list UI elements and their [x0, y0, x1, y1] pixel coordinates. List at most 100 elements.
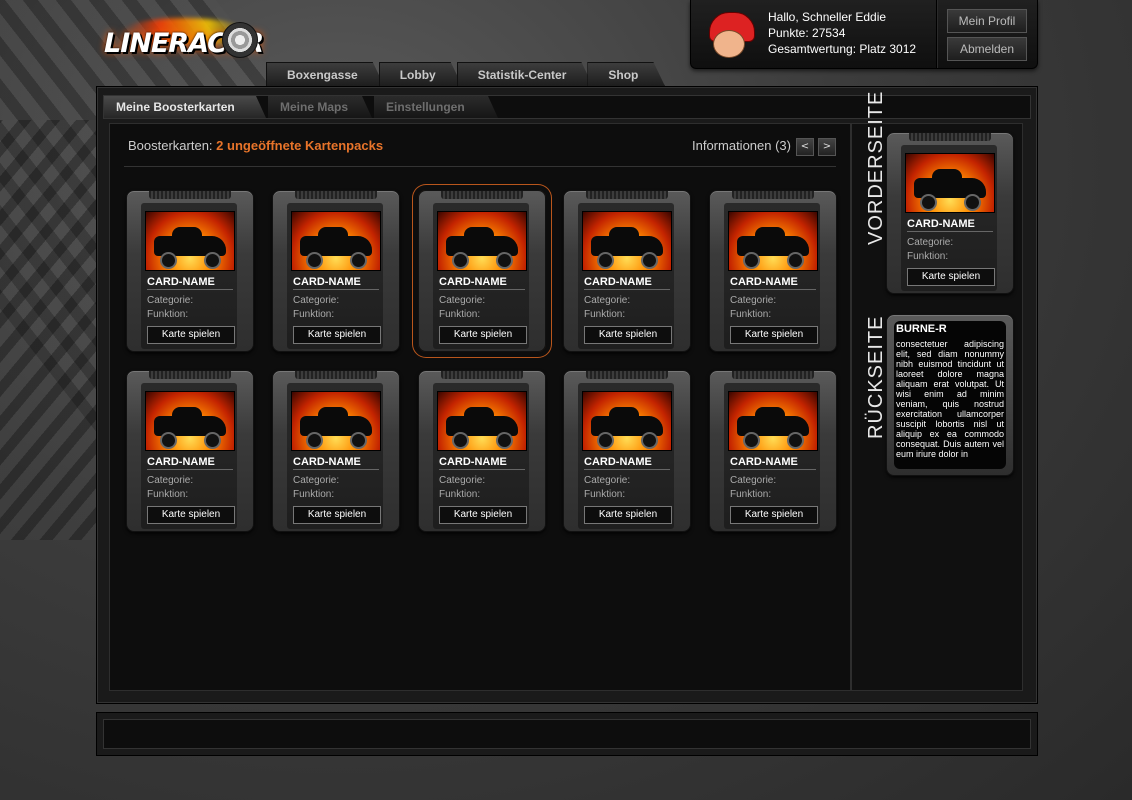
card-notch	[149, 191, 231, 199]
booster-card[interactable]: CARD-NAME Categorie: Funktion: Karte spi…	[709, 370, 837, 532]
wheel-icon	[350, 252, 367, 269]
avatar	[703, 8, 757, 58]
card-name: CARD-NAME	[293, 456, 379, 470]
card-notch	[586, 371, 668, 379]
wheel-icon	[641, 432, 658, 449]
sub-navigation: Meine Boosterkarten Meine Maps Einstellu…	[103, 95, 1031, 119]
logout-button[interactable]: Abmelden	[947, 37, 1027, 61]
booster-card[interactable]: CARD-NAME Categorie: Funktion: Karte spi…	[272, 370, 400, 532]
wheel-icon	[160, 252, 177, 269]
footer-inner	[103, 719, 1031, 749]
user-greeting: Hallo, Schneller Eddie	[768, 10, 887, 24]
card-categorie: Categorie:	[730, 475, 777, 486]
profile-button[interactable]: Mein Profil	[947, 9, 1027, 33]
wheel-icon	[160, 432, 177, 449]
card-image-flaming-car	[728, 211, 818, 271]
subtab-meine-maps[interactable]: Meine Maps	[268, 96, 372, 118]
unopened-packs-link[interactable]: 2 ungeöffnete Kartenpacks	[216, 138, 383, 153]
card-categorie: Categorie:	[293, 295, 340, 306]
wheel-icon	[597, 432, 614, 449]
card-name: CARD-NAME	[147, 276, 233, 290]
card-notch	[295, 371, 377, 379]
card-categorie: Categorie:	[584, 475, 631, 486]
card-funktion: Funktion:	[147, 309, 189, 320]
card-notch	[732, 191, 814, 199]
wheel-icon	[597, 252, 614, 269]
card-categorie: Categorie:	[147, 475, 194, 486]
nav-tab-boxengasse[interactable]: Boxengasse	[266, 62, 385, 87]
booster-card[interactable]: CARD-NAME Categorie: Funktion: Karte spi…	[563, 370, 691, 532]
booster-card[interactable]: CARD-NAME Categorie: Funktion: Karte spi…	[709, 190, 837, 352]
card-categorie: Categorie:	[584, 295, 631, 306]
card-categorie: Categorie:	[147, 295, 194, 306]
wheel-icon	[452, 252, 469, 269]
wheel-icon	[204, 432, 221, 449]
card-notch	[295, 191, 377, 199]
booster-content-area: Boosterkarten: 2 ungeöffnete Kartenpacks…	[109, 123, 851, 691]
wheel-icon	[496, 252, 513, 269]
card-back-title: BURNE-R	[896, 323, 947, 335]
subtab-meine-boosterkarten[interactable]: Meine Boosterkarten	[104, 96, 266, 118]
nav-tab-statistik-center[interactable]: Statistik-Center	[457, 62, 594, 87]
wheel-icon	[920, 194, 937, 211]
preview-card-front[interactable]: CARD-NAME Categorie: Funktion: Karte spi…	[886, 132, 1014, 294]
user-points: Punkte: 27534	[768, 26, 846, 40]
card-image-flaming-car	[582, 391, 672, 451]
card-name: CARD-NAME	[147, 456, 233, 470]
play-card-button[interactable]: Karte spielen	[907, 268, 995, 286]
footer-bar	[96, 712, 1038, 756]
wheel-icon	[641, 252, 658, 269]
play-card-button[interactable]: Karte spielen	[439, 326, 527, 344]
booster-card[interactable]: CARD-NAME Categorie: Funktion: Karte spi…	[272, 190, 400, 352]
card-name: CARD-NAME	[293, 276, 379, 290]
play-card-button[interactable]: Karte spielen	[293, 326, 381, 344]
booster-label: Boosterkarten:	[128, 138, 213, 153]
play-card-button[interactable]: Karte spielen	[147, 506, 235, 524]
subtab-einstellungen[interactable]: Einstellungen	[374, 96, 498, 118]
nav-tab-lobby[interactable]: Lobby	[379, 62, 463, 87]
play-card-button[interactable]: Karte spielen	[147, 326, 235, 344]
booster-card[interactable]: CARD-NAME Categorie: Funktion: Karte spi…	[418, 370, 546, 532]
card-categorie: Categorie:	[439, 475, 486, 486]
card-image-flaming-car	[145, 391, 235, 451]
tire-tread-decoration-lower	[0, 120, 110, 540]
play-card-button[interactable]: Karte spielen	[584, 326, 672, 344]
card-funktion: Funktion:	[584, 309, 626, 320]
wheel-icon	[222, 22, 258, 58]
play-card-button[interactable]: Karte spielen	[293, 506, 381, 524]
booster-card[interactable]: CARD-NAME Categorie: Funktion: Karte spi…	[126, 370, 254, 532]
booster-card[interactable]: CARD-NAME Categorie: Funktion: Karte spi…	[563, 190, 691, 352]
card-name: CARD-NAME	[730, 456, 816, 470]
card-name: CARD-NAME	[439, 456, 525, 470]
booster-card-selected[interactable]: CARD-NAME Categorie: Funktion: Karte spi…	[418, 190, 546, 352]
divider	[124, 166, 836, 167]
user-rank: Gesamtwertung: Platz 3012	[768, 42, 917, 56]
play-card-button[interactable]: Karte spielen	[584, 506, 672, 524]
wheel-icon	[787, 432, 804, 449]
card-notch	[909, 133, 991, 141]
nav-tab-shop[interactable]: Shop	[587, 62, 665, 87]
card-image-flaming-car	[437, 211, 527, 271]
card-notch	[732, 371, 814, 379]
card-categorie: Categorie:	[730, 295, 777, 306]
play-card-button[interactable]: Karte spielen	[730, 506, 818, 524]
wheel-icon	[350, 432, 367, 449]
wheel-icon	[743, 432, 760, 449]
info-prev-button[interactable]: <	[796, 138, 814, 156]
lineracer-logo[interactable]: LINERACER	[104, 14, 264, 74]
card-funktion: Funktion:	[147, 489, 189, 500]
booster-card[interactable]: CARD-NAME Categorie: Funktion: Karte spi…	[126, 190, 254, 352]
info-next-button[interactable]: >	[818, 138, 836, 156]
wheel-icon	[496, 432, 513, 449]
wheel-icon	[787, 252, 804, 269]
play-card-button[interactable]: Karte spielen	[730, 326, 818, 344]
wheel-icon	[204, 252, 221, 269]
card-funktion: Funktion:	[439, 309, 481, 320]
front-side-label: VORDERSEITE	[865, 90, 887, 245]
card-notch	[441, 371, 523, 379]
user-panel-divider	[936, 0, 938, 68]
card-funktion: Funktion:	[584, 489, 626, 500]
card-image-flaming-car	[145, 211, 235, 271]
card-notch	[586, 191, 668, 199]
play-card-button[interactable]: Karte spielen	[439, 506, 527, 524]
